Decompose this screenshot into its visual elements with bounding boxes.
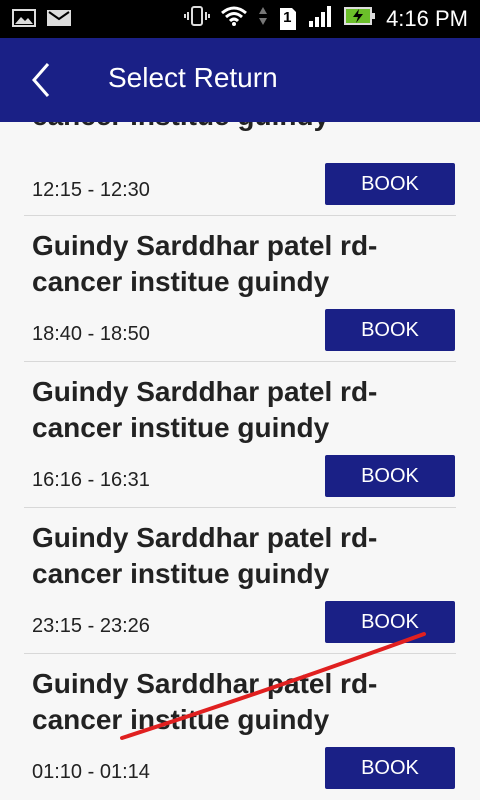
trip-list[interactable]: Guindy Sarddhar patel rd- cancer institu… [0, 122, 480, 800]
divider [24, 653, 456, 654]
list-item: Guindy Sarddhar patel rd- cancer institu… [0, 122, 480, 208]
trip-time: 01:10 - 01:14 [32, 761, 150, 783]
list-item: Guindy Sarddhar patel rd- cancer institu… [0, 664, 480, 800]
divider [24, 507, 456, 508]
trip-time: 23:15 - 23:26 [32, 615, 150, 637]
image-notification-icon [12, 8, 36, 33]
status-bar: 1 4:16 PM [0, 0, 480, 38]
chevron-left-icon [32, 63, 50, 97]
book-button[interactable]: BOOK [325, 163, 455, 205]
book-button[interactable]: BOOK [325, 747, 455, 789]
book-button[interactable]: BOOK [325, 601, 455, 643]
route-name: Guindy Sarddhar patel rd- cancer institu… [32, 230, 378, 297]
list-item: Guindy Sarddhar patel rd- cancer institu… [0, 372, 480, 518]
book-button[interactable]: BOOK [325, 309, 455, 351]
battery-charging-icon [344, 4, 376, 33]
route-name: Guindy Sarddhar patel rd- cancer institu… [32, 668, 378, 735]
trip-time: 12:15 - 12:30 [32, 179, 150, 201]
back-button[interactable] [18, 58, 62, 102]
page-title: Select Return [108, 62, 278, 93]
book-button[interactable]: BOOK [325, 455, 455, 497]
list-item: Guindy Sarddhar patel rd- cancer institu… [0, 226, 480, 372]
route-name: Guindy Sarddhar patel rd- cancer institu… [32, 122, 412, 134]
status-time: 4:16 PM [386, 5, 468, 31]
sim-card-icon: 1 [278, 6, 298, 32]
app-bar: Select Return [0, 38, 480, 122]
list-item: Guindy Sarddhar patel rd- cancer institu… [0, 518, 480, 664]
sim-slot-number: 1 [283, 8, 292, 26]
gmail-icon [46, 8, 72, 33]
divider [24, 215, 456, 216]
route-name: Guindy Sarddhar patel rd- cancer institu… [32, 522, 378, 589]
wifi-icon [220, 4, 248, 33]
route-name: Guindy Sarddhar patel rd- cancer institu… [32, 376, 378, 443]
trip-time: 18:40 - 18:50 [32, 323, 150, 345]
trip-time: 16:16 - 16:31 [32, 469, 150, 491]
signal-strength-icon [308, 4, 334, 33]
data-arrows-icon [258, 4, 268, 33]
vibrate-icon [184, 4, 211, 33]
divider [24, 361, 456, 362]
